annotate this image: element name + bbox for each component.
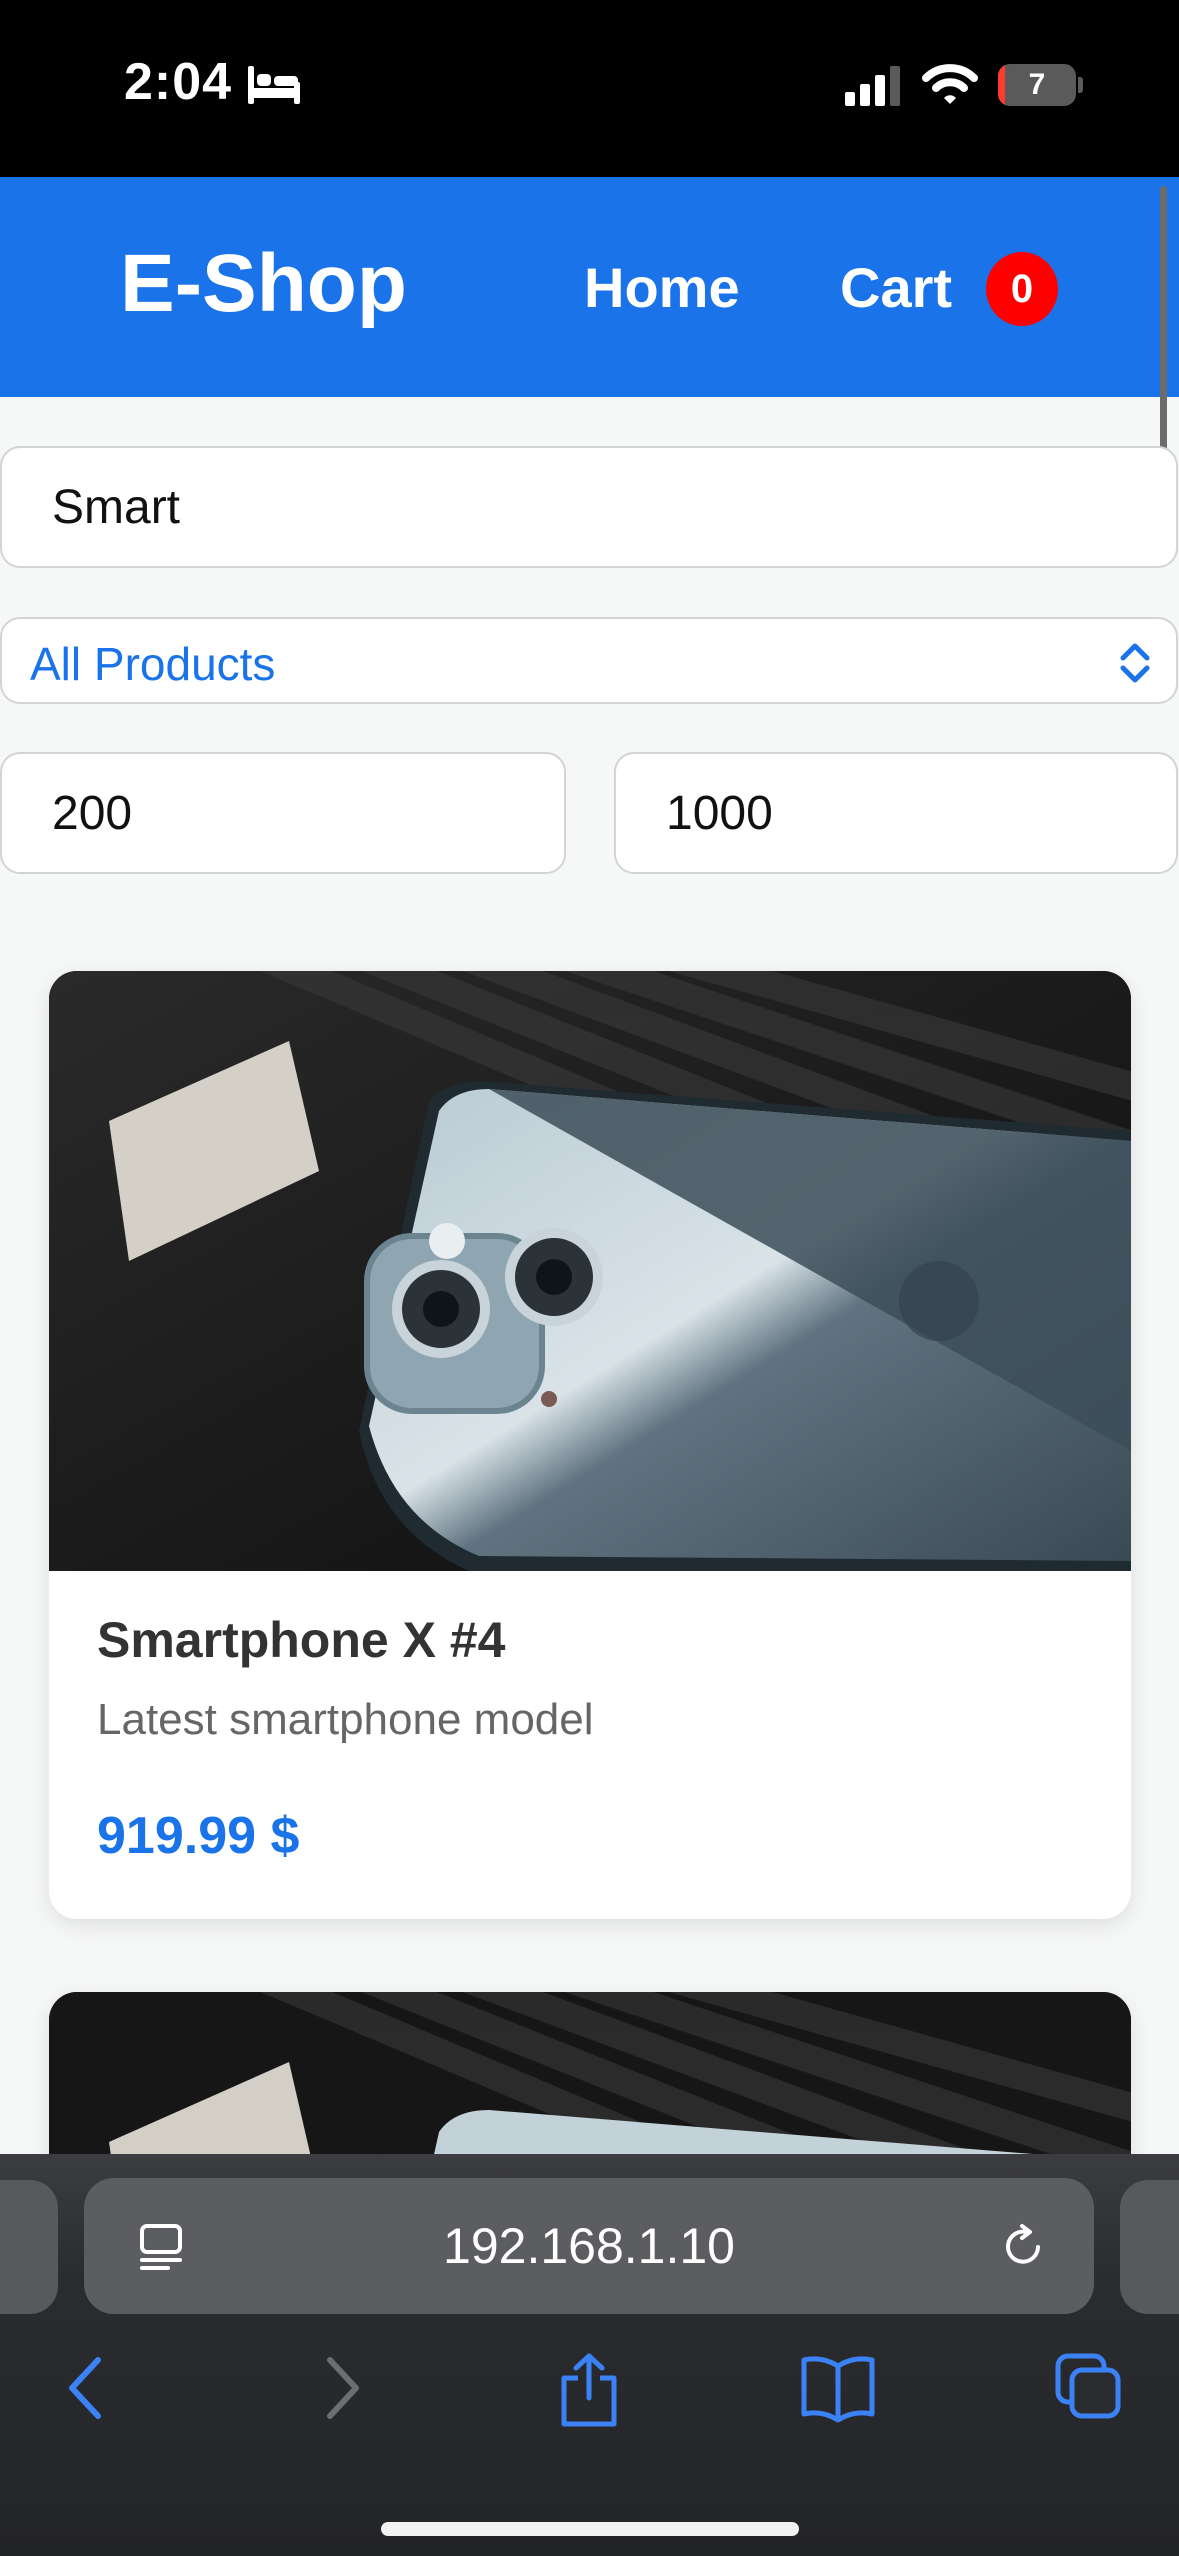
next-tab-preview[interactable] — [1120, 2180, 1179, 2314]
battery-nub — [1078, 77, 1083, 93]
chevron-up-down-icon — [1117, 641, 1153, 690]
url-text[interactable]: 192.168.1.10 — [84, 2178, 1094, 2314]
cart-count-badge[interactable]: 0 — [986, 252, 1058, 326]
site-logo[interactable]: E-Shop — [120, 237, 407, 331]
share-icon[interactable] — [556, 2352, 622, 2433]
battery-icon: 7 — [998, 64, 1076, 106]
forward-icon — [318, 2352, 366, 2429]
product-card[interactable]: Smartphone X #4 Latest smartphone model … — [49, 971, 1131, 1919]
battery-level: 7 — [1028, 68, 1046, 101]
product-image[interactable] — [49, 971, 1131, 1571]
nav-cart-link[interactable]: Cart — [840, 255, 952, 320]
home-indicator[interactable] — [381, 2522, 799, 2536]
previous-tab-preview[interactable] — [0, 2180, 58, 2314]
cellular-signal-icon — [845, 66, 903, 111]
browser-toolbar: 192.168.1.10 — [0, 2154, 1179, 2556]
status-time: 2:04 — [124, 53, 233, 111]
tabs-icon[interactable] — [1054, 2352, 1124, 2427]
wifi-icon — [922, 62, 978, 111]
category-select[interactable]: All Products — [0, 617, 1178, 704]
nav-home-link[interactable]: Home — [584, 255, 740, 320]
category-select-value: All Products — [30, 638, 276, 690]
product-description: Latest smartphone model — [97, 1695, 594, 1744]
reload-icon[interactable] — [998, 2222, 1048, 2277]
status-bar: 2:04 7 — [0, 0, 1179, 177]
product-price: 919.99 $ — [97, 1807, 300, 1865]
bed-icon — [248, 66, 300, 109]
bookmarks-icon[interactable] — [800, 2352, 876, 2429]
min-price-input[interactable] — [0, 752, 566, 874]
max-price-input[interactable] — [614, 752, 1178, 874]
address-bar[interactable]: 192.168.1.10 — [84, 2178, 1094, 2314]
site-header: E-Shop Home Cart 0 — [0, 177, 1179, 397]
search-input[interactable] — [0, 446, 1178, 568]
product-title[interactable]: Smartphone X #4 — [97, 1611, 505, 1669]
back-icon[interactable] — [62, 2352, 110, 2429]
